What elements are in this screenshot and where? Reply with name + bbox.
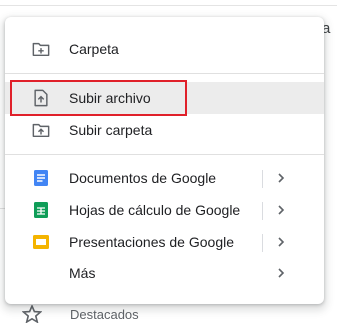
new-folder-icon <box>32 42 50 57</box>
submenu-separator <box>262 202 263 220</box>
chevron-right-icon <box>278 173 285 183</box>
menu-item-label: Documentos de Google <box>69 170 217 186</box>
google-sheets-icon <box>34 202 48 218</box>
background-divider <box>0 5 337 6</box>
google-slides-icon <box>33 235 49 249</box>
menu-divider <box>5 154 324 155</box>
chevron-right-icon <box>278 205 285 215</box>
menu-item-label: Más <box>69 265 96 281</box>
menu-item-google-sheets[interactable]: Hojas de cálculo de Google <box>5 194 324 226</box>
menu-item-label: Subir carpeta <box>69 122 153 138</box>
new-item-menu: Carpeta Subir archivo Subir carpeta Docu… <box>5 17 324 304</box>
chevron-right-icon <box>278 268 285 278</box>
menu-item-new-folder[interactable]: Carpeta <box>5 33 324 65</box>
folder-upload-icon <box>32 123 50 138</box>
submenu-separator <box>262 234 263 252</box>
star-icon <box>22 305 42 323</box>
menu-item-label: Carpeta <box>69 41 119 57</box>
menu-item-label: Hojas de cálculo de Google <box>69 202 241 218</box>
menu-item-google-slides[interactable]: Presentaciones de Google <box>5 226 324 258</box>
google-docs-icon <box>34 170 48 186</box>
menu-item-more[interactable]: Más <box>5 257 324 289</box>
submenu-separator <box>262 170 263 188</box>
menu-divider <box>5 73 324 74</box>
chevron-right-icon <box>278 237 285 247</box>
menu-item-label: Presentaciones de Google <box>69 234 234 250</box>
sidebar-item-starred[interactable]: Destacados <box>20 303 220 323</box>
menu-item-google-docs[interactable]: Documentos de Google <box>5 162 324 194</box>
menu-item-upload-folder[interactable]: Subir carpeta <box>5 114 324 146</box>
highlight-box <box>10 80 187 116</box>
